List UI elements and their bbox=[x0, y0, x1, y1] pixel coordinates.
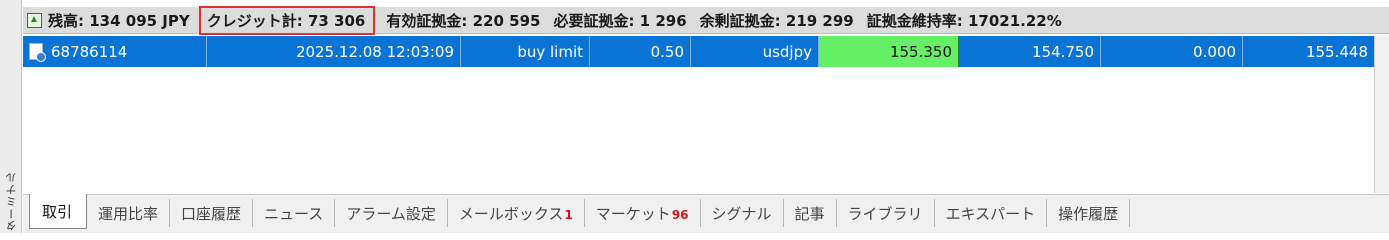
tab-alerts[interactable]: アラーム設定 bbox=[335, 199, 448, 227]
tab-label: 運用比率 bbox=[98, 204, 159, 223]
free-margin-text: 余剰証拠金: 219 299 bbox=[699, 11, 854, 30]
tab-exposure[interactable]: 運用比率 bbox=[87, 199, 171, 227]
credit-text: クレジット計: 73 306 bbox=[198, 5, 376, 35]
symbol-cell: usdjpy bbox=[691, 36, 819, 67]
tab-news[interactable]: ニュース bbox=[253, 199, 336, 227]
volume-cell: 0.50 bbox=[590, 36, 691, 67]
tab-articles[interactable]: 記事 bbox=[784, 199, 837, 227]
margin-text: 必要証拠金: 1 296 bbox=[553, 11, 687, 30]
tab-label: アラーム設定 bbox=[346, 204, 436, 223]
tab-label: 口座履歴 bbox=[181, 204, 242, 223]
tab-market[interactable]: マーケット 96 bbox=[585, 199, 701, 227]
tab-label: ニュース bbox=[264, 204, 324, 223]
current-price-cell: 155.448 bbox=[1305, 42, 1368, 61]
account-summary-bar: 残高: 134 095 JPY クレジット計: 73 306 有効証拠金: 22… bbox=[23, 5, 1389, 35]
ticket-value: 68786114 bbox=[51, 42, 128, 61]
balance-text: 残高: 134 095 JPY bbox=[48, 11, 190, 30]
tab-mailbox[interactable]: メールボックス 1 bbox=[448, 199, 585, 227]
mailbox-count-badge: 1 bbox=[564, 208, 573, 222]
tab-experts[interactable]: エキスパート bbox=[935, 199, 1048, 227]
type-cell: buy limit bbox=[461, 36, 590, 67]
tab-label: 記事 bbox=[794, 204, 825, 223]
terminal-side-panel[interactable]: ターミナル bbox=[0, 0, 22, 233]
terminal-tab-bar: 取引 運用比率 口座履歴 ニュース アラーム設定 メールボックス 1 マーケット… bbox=[23, 194, 1389, 233]
tab-label: マーケット bbox=[595, 204, 671, 223]
tab-signals[interactable]: シグナル bbox=[701, 199, 784, 227]
tab-label: 操作履歴 bbox=[1058, 204, 1119, 223]
margin-level-text: 証拠金維持率: 17021.22% bbox=[866, 11, 1062, 30]
vertical-scrollbar[interactable] bbox=[1374, 36, 1389, 193]
tab-trade[interactable]: 取引 bbox=[29, 194, 88, 229]
tab-history[interactable]: 口座履歴 bbox=[170, 199, 254, 227]
equity-text: 有効証拠金: 220 595 bbox=[386, 11, 541, 30]
tab-label: 取引 bbox=[42, 202, 73, 221]
pending-order-icon bbox=[29, 43, 46, 62]
order-row[interactable]: 68786114 2025.12.08 12:03:09 buy limit 0… bbox=[23, 36, 1389, 67]
tab-journal[interactable]: 操作履歴 bbox=[1047, 199, 1131, 227]
terminal-label: ターミナル bbox=[5, 171, 18, 231]
tp-cell: 0.000 bbox=[1101, 36, 1243, 67]
account-up-icon bbox=[27, 12, 42, 28]
market-count-badge: 96 bbox=[671, 208, 689, 222]
price-cell: 155.350 bbox=[819, 36, 959, 67]
tab-label: シグナル bbox=[711, 204, 772, 223]
tab-label: エキスパート bbox=[945, 204, 1036, 223]
sl-cell: 154.750 bbox=[959, 36, 1101, 67]
tab-library[interactable]: ライブラリ bbox=[837, 199, 935, 227]
ticket-cell: 68786114 bbox=[23, 36, 207, 67]
tab-label: メールボックス bbox=[458, 204, 564, 223]
tab-label: ライブラリ bbox=[847, 204, 923, 223]
time-cell: 2025.12.08 12:03:09 bbox=[207, 36, 461, 67]
